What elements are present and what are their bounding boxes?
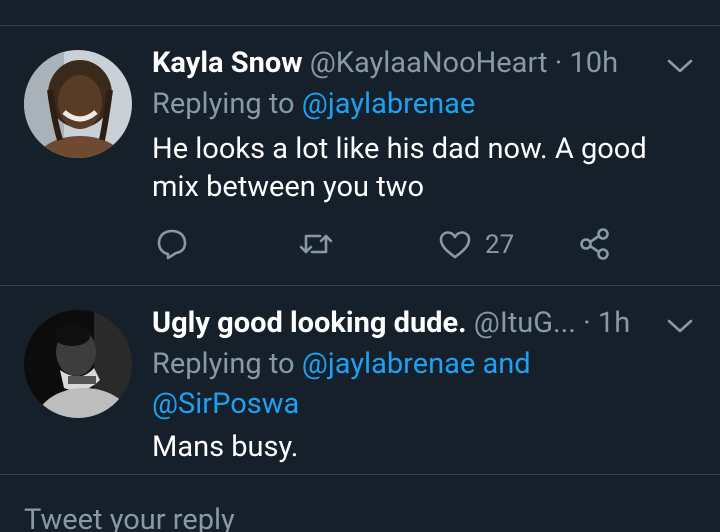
tweet-header: Kayla Snow @KaylaaNooHeart · 10h <box>152 46 618 80</box>
reply-thread: Kayla Snow @KaylaaNooHeart · 10h Replyin… <box>0 0 720 532</box>
timestamp[interactable]: 1h <box>598 306 630 340</box>
like-button[interactable]: 27 <box>439 225 514 265</box>
timestamp[interactable]: 10h <box>569 46 618 80</box>
replying-to-label: Replying to <box>152 347 295 381</box>
retweet-button[interactable] <box>299 224 333 264</box>
composer-divider <box>0 474 720 475</box>
share-icon <box>580 228 609 260</box>
mention-link[interactable]: @jaylabrenae <box>302 87 475 121</box>
mention-link[interactable]: @SirPoswa <box>152 387 299 421</box>
replying-to: Replying to @jaylabrenae and <box>152 346 531 382</box>
replying-to: Replying to @jaylabrenae <box>152 86 475 122</box>
user-handle[interactable]: @KaylaaNooHeart <box>310 46 548 80</box>
display-name[interactable]: Ugly good looking dude. <box>152 306 467 340</box>
reply-icon <box>157 229 187 260</box>
chevron-down-icon[interactable] <box>666 56 694 76</box>
reply-composer-input[interactable]: Tweet your reply <box>24 500 235 532</box>
tweet-text: Mans busy. <box>152 430 299 464</box>
share-button[interactable] <box>579 224 611 264</box>
user-handle[interactable]: @ItuG... <box>474 306 576 340</box>
mention-link[interactable]: @jaylabrenae <box>302 347 475 381</box>
display-name[interactable]: Kayla Snow <box>152 46 303 80</box>
avatar[interactable] <box>24 50 132 158</box>
retweet-icon <box>299 234 333 254</box>
tweet-header: Ugly good looking dude. @ItuG... · 1h <box>152 306 630 340</box>
tweet-text: He looks a lot like his dad now. A good … <box>152 132 647 204</box>
replying-to-continued: @SirPoswa <box>152 386 299 422</box>
reply-button[interactable] <box>156 224 188 264</box>
tweet-divider <box>0 285 720 286</box>
separator-dot: · <box>554 46 563 80</box>
chevron-down-icon[interactable] <box>666 316 694 336</box>
top-divider <box>0 25 720 26</box>
like-icon <box>439 231 471 259</box>
like-count: 27 <box>485 230 515 260</box>
replying-to-label: Replying to <box>152 87 295 121</box>
separator-dot: · <box>583 306 591 340</box>
mention-joiner[interactable]: and <box>482 347 530 381</box>
avatar[interactable] <box>24 310 132 418</box>
